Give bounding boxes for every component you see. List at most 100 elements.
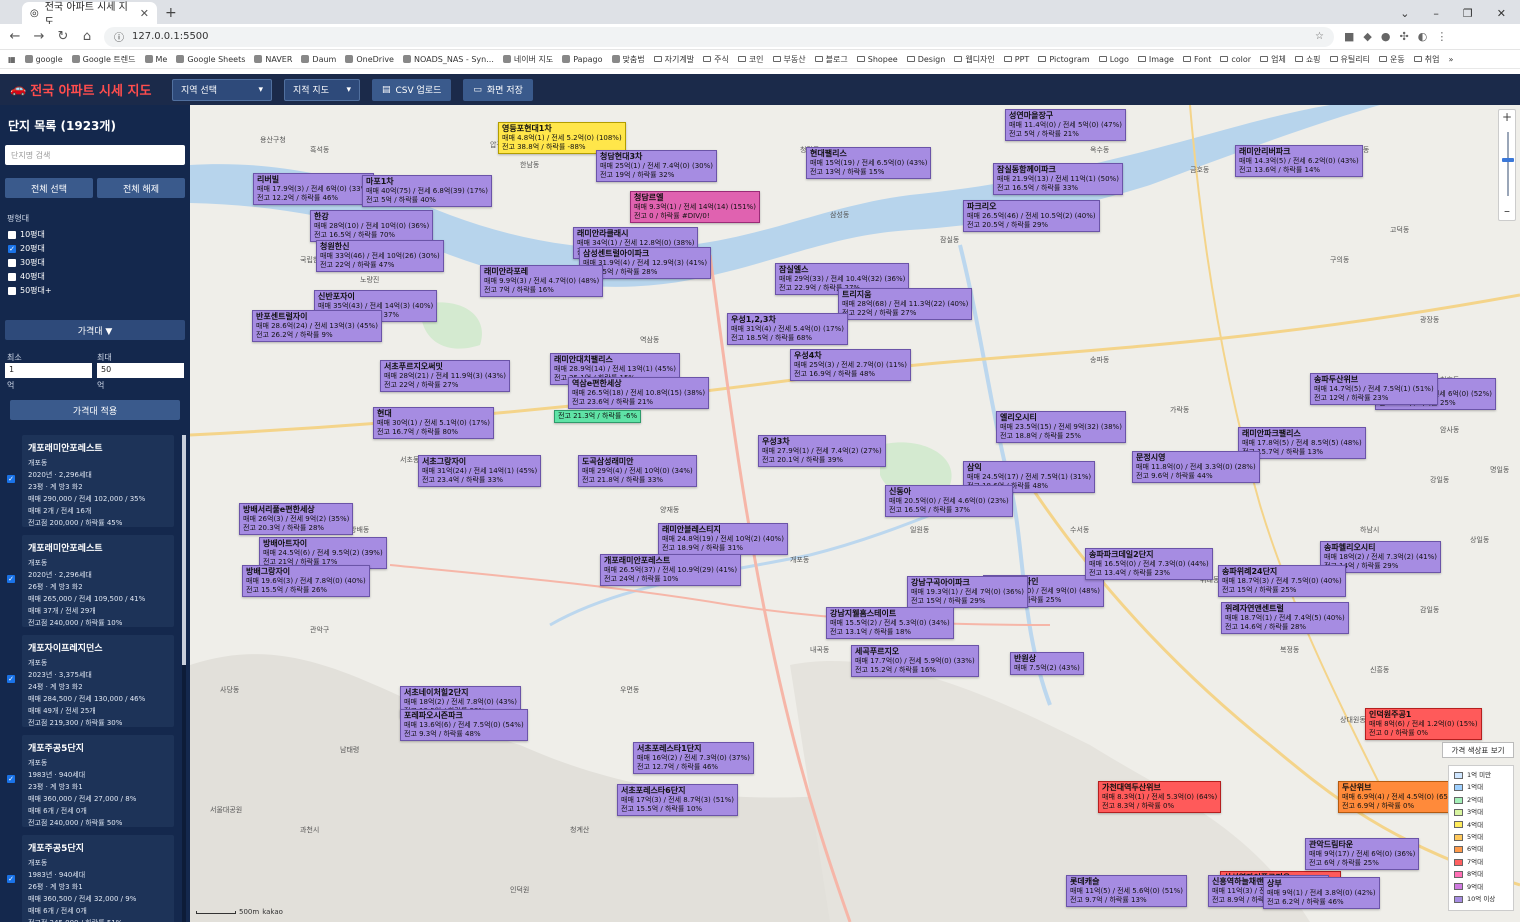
checkbox[interactable] (8, 286, 16, 295)
apartment-marker[interactable]: 트리지움 매매 28억(68) / 전세 11.3억(22) (40%) 전고 22… (838, 288, 973, 320)
apartment-marker[interactable]: 송파위례24단지 매매 18.7억(3) / 전세 7.5억(0) (40%) 전고… (1218, 565, 1346, 597)
profile-icon[interactable]: ◐ (1418, 30, 1428, 43)
size-option[interactable]: 40평대 (8, 271, 45, 282)
apartment-marker[interactable]: 포레파오시즌파크 매매 13.6억(6) / 전세 7.5억(0) (54%) 전고… (400, 709, 528, 741)
apartment-marker[interactable]: 개포래미안포레스트 매매 26.5억(37) / 전세 10.9억(29) (41… (600, 554, 742, 586)
bookmark-item[interactable]: 쇼핑 (1294, 54, 1321, 65)
apartment-marker[interactable]: 파크리오 매매 26.5억(46) / 전세 10.5억(2) (40%) 전고 2… (963, 200, 1100, 232)
complex-search-input[interactable]: 단지명 검색 (5, 145, 185, 165)
bookmark-item[interactable]: 주식 (703, 54, 729, 65)
extension-icon[interactable]: ◆ (1363, 30, 1371, 43)
checkbox[interactable] (8, 230, 16, 239)
select-all-button[interactable]: 전체 선택 (5, 178, 93, 198)
more-bookmarks-icon[interactable]: » (1448, 55, 1453, 64)
apartment-marker[interactable]: 서초포레스타1단지 매매 16억(2) / 전세 7.3억(0) (37%) 전고 … (633, 742, 755, 774)
back-icon[interactable]: ← (8, 29, 22, 44)
checkbox[interactable]: ✓ (8, 244, 16, 253)
browser-tab[interactable]: ◎ 전국 아파트 시세 지도 ✕ (22, 2, 157, 28)
bookmark-item[interactable]: Design (906, 55, 945, 64)
csv-upload-button[interactable]: ▤ CSV 업로드 (372, 78, 452, 101)
apartment-marker[interactable]: 우성1,2,3차 매매 31억(4) / 전세 5.4억(0) (17%) 전고 1… (727, 313, 849, 345)
max-price-input[interactable]: 50 (97, 363, 184, 378)
card-checkbox[interactable]: ✓ (7, 575, 15, 583)
map-view[interactable]: 용산구청한남동압구정동청담동삼성동잠실동송파동가락동문정동대치동도곡동역삼동서초… (190, 105, 1520, 922)
apartment-marker[interactable]: 우성3차 매매 27.9억(1) / 전세 7.4억(2) (27%) 전고 20.… (758, 435, 886, 467)
card-checkbox[interactable]: ✓ (7, 775, 15, 783)
apartment-marker[interactable]: 반원상 매매 7.5억(2) (43%) (1010, 652, 1084, 675)
apartment-marker[interactable]: 청담현대3차 매매 25억(1) / 전세 7.4억(0) (30%) 전고 19억… (596, 150, 718, 182)
zoom-in-icon[interactable]: + (1499, 110, 1515, 124)
bookmark-star-icon[interactable]: ☆ (1315, 31, 1324, 42)
puzzle-icon[interactable]: ✣ (1399, 30, 1408, 43)
apartment-marker[interactable]: 서초포레스타6단지 매매 17억(3) / 전세 8.7억(3) (51%) 전고 … (617, 784, 739, 816)
chevron-down-icon[interactable]: ⌄ (1400, 7, 1409, 20)
bookmark-item[interactable]: 부동산 (772, 54, 806, 65)
complex-card[interactable]: 개포래미안포레스트 개포동 2020년 · 2,296세대 23평 · 계 방3 화2… (22, 435, 174, 527)
bookmark-item[interactable]: 업체 (1260, 54, 1286, 65)
bookmark-item[interactable]: Daum (301, 55, 336, 64)
card-checkbox[interactable]: ✓ (7, 675, 15, 683)
apartment-marker[interactable]: 잠실동함께이파크 매매 21.9억(13) / 전세 11억(1) (50%) 전고… (993, 163, 1123, 195)
site-info-icon[interactable]: ⓘ (114, 29, 124, 44)
maximize-icon[interactable]: ❐ (1463, 7, 1473, 20)
zoom-out-icon[interactable]: – (1499, 204, 1515, 218)
deselect-all-button[interactable]: 전체 해제 (97, 178, 185, 198)
apps-icon[interactable]: ▦ (8, 55, 16, 64)
bookmark-item[interactable]: 자기계발 (653, 54, 694, 65)
apartment-marker[interactable]: 문정시영 매매 11.8억(0) / 전세 3.3억(0) (28%) 전고 9.6… (1132, 451, 1260, 483)
forward-icon[interactable]: → (32, 29, 46, 44)
apartment-marker[interactable]: 강남구곡아이파크 매매 19.3억(1) / 전세 7억(0) (36%) 전고 1… (907, 576, 1029, 608)
extension-icon[interactable]: ● (1381, 30, 1391, 43)
bookmark-item[interactable]: 유틸리티 (1329, 54, 1370, 65)
bookmark-item[interactable]: Me (144, 55, 167, 64)
apartment-marker[interactable]: 마포1차 매매 40억(75) / 전세 6.8억(39) (17%) 전고 5억 … (362, 175, 492, 207)
bookmark-item[interactable]: Image (1137, 55, 1174, 64)
bookmark-item[interactable]: Pictogram (1038, 55, 1090, 64)
apartment-marker[interactable]: 서초푸르지오써밋 매매 28억(21) / 전세 11.9억(3) (43%) 전고… (380, 360, 510, 392)
checkbox[interactable] (8, 272, 16, 281)
bookmark-item[interactable]: Papago (562, 55, 603, 64)
apartment-marker[interactable]: 도곡삼성래미안 매매 29억(4) / 전세 10억(0) (34%) 전고 21.… (578, 455, 697, 487)
bookmark-item[interactable]: PPT (1003, 55, 1029, 64)
complex-card[interactable]: 개포래미안포레스트 개포동 2020년 · 2,296세대 26평 · 계 방3 화2… (22, 535, 174, 627)
bookmark-item[interactable]: 운동 (1379, 54, 1405, 65)
reload-icon[interactable]: ↻ (56, 29, 70, 44)
home-icon[interactable]: ⌂ (80, 29, 94, 44)
zoom-slider[interactable] (1507, 132, 1509, 196)
apartment-marker[interactable]: 위례자연앤센트럴 매매 18.7억(1) / 전세 7.4억(5) (40%) 전고… (1221, 602, 1349, 634)
apartment-marker[interactable]: 관악드림타운 매매 9억(17) / 전세 6억(0) (36%) 전고 6억 / … (1305, 838, 1420, 870)
bookmark-item[interactable]: Logo (1098, 55, 1129, 64)
bookmark-item[interactable]: 맞춤법 (611, 54, 645, 65)
apartment-marker[interactable]: 두산위브 매매 6.9억(4) / 전세 4.5억(0) (65%) 전고 6.9억… (1338, 781, 1462, 813)
min-price-input[interactable]: 1 (5, 363, 92, 378)
apartment-marker[interactable]: 방배그랑자이 매매 19.6억(3) / 전세 7.8억(0) (40%) 전고 1… (242, 565, 370, 597)
apartment-marker[interactable]: 현대 매매 30억(1) / 전세 5.1억(0) (17%) 전고 16.7억 /… (373, 407, 495, 439)
apartment-marker[interactable]: 상부 매매 9억(1) / 전세 3.8억(0) (42%) 전고 6.2억 / 하… (1263, 877, 1380, 909)
apartment-marker[interactable]: 송파두산위브 매매 14.7억(5) / 전세 7.5억(1) (51%) 전고 1… (1310, 373, 1438, 405)
close-tab-icon[interactable]: ✕ (140, 7, 149, 20)
apartment-marker[interactable]: 반포센트럴자이 매매 28.6억(24) / 전세 13억(3) (45%) 전고 … (252, 310, 382, 342)
bookmark-item[interactable]: NOADS_NAS - Syn... (402, 55, 494, 64)
zoom-slider-handle[interactable] (1502, 158, 1514, 162)
bookmark-item[interactable]: 블로그 (814, 54, 848, 65)
apartment-marker[interactable]: 우성4차 매매 25억(3) / 전세 2.7억(0) (11%) 전고 16.9억… (790, 349, 912, 381)
bookmark-item[interactable]: Google 트렌드 (71, 54, 136, 65)
apartment-marker[interactable]: 청담르엘 매매 9.3억(1) / 전세 14억(14) (151%) 전고 0 /… (630, 191, 760, 223)
extension-icon[interactable]: ■ (1344, 30, 1354, 43)
bookmark-item[interactable]: 웹디자인 (954, 54, 995, 65)
size-option[interactable]: 30평대 (8, 257, 45, 268)
complex-card[interactable]: 개포주공5단지 개포동 1983년 · 940세대 23평 · 계 방3 화1 매매 3… (22, 735, 174, 827)
size-option[interactable]: 50평대+ (8, 285, 52, 296)
apartment-marker[interactable]: 서초그랑자이 매매 31억(24) / 전세 14억(1) (45%) 전고 23.… (418, 455, 542, 487)
apartment-marker[interactable]: 엘리오시티 매매 23.5억(15) / 전세 9억(32) (38%) 전고 18… (996, 411, 1126, 443)
apartment-marker[interactable]: 롯데캐슬 매매 11억(5) / 전세 5.6억(0) (51%) 전고 9.7억 … (1066, 875, 1188, 907)
card-checkbox[interactable]: ✓ (7, 475, 15, 483)
apartment-marker[interactable]: 래미안블레스티지 매매 24.8억(19) / 전세 10억(2) (40%) 전고… (658, 523, 788, 555)
apartment-marker[interactable]: 세곡푸르지오 매매 17.7억(0) / 전세 5.9억(0) (33%) 전고 1… (851, 645, 979, 677)
minimize-icon[interactable]: – (1433, 7, 1439, 20)
apartment-marker[interactable]: 방배서리풀e편한세상 매매 26억(3) / 전세 9억(2) (35%) 전고 2… (239, 503, 354, 535)
sidebar-scroll-thumb[interactable] (182, 435, 186, 665)
size-option[interactable]: 10평대 (8, 229, 45, 240)
checkbox[interactable] (8, 258, 16, 267)
menu-icon[interactable]: ⋮ (1436, 30, 1447, 43)
